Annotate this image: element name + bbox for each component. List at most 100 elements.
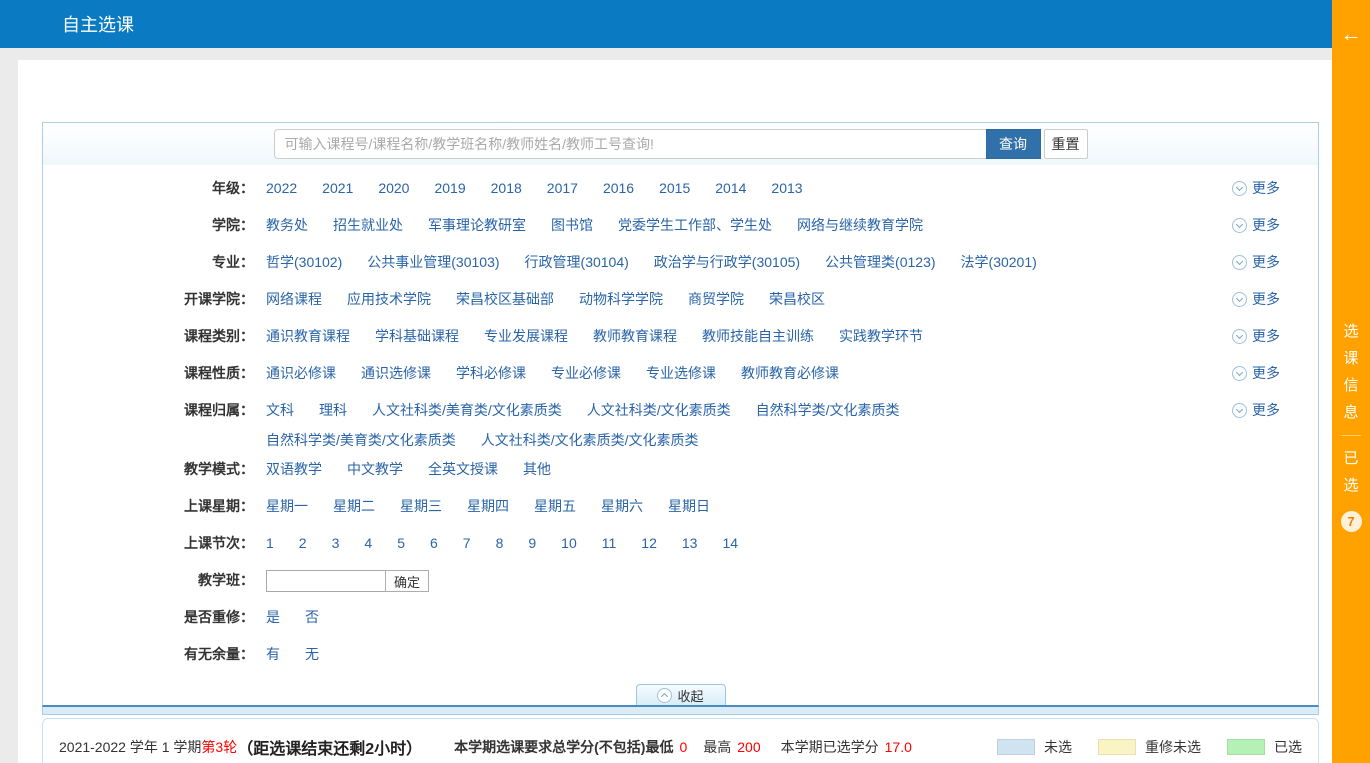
more-label: 更多 bbox=[1252, 363, 1280, 383]
filter-option[interactable]: 星期三 bbox=[400, 496, 442, 516]
filter-option[interactable]: 11 bbox=[602, 533, 617, 553]
filter-option[interactable]: 星期日 bbox=[668, 496, 710, 516]
filter-option[interactable]: 理科 bbox=[319, 400, 347, 420]
filter-option[interactable]: 2019 bbox=[434, 178, 465, 198]
confirm-button[interactable]: 确定 bbox=[385, 570, 429, 592]
filter-option[interactable]: 8 bbox=[496, 533, 504, 553]
filter-option[interactable]: 其他 bbox=[523, 459, 551, 479]
filter-option[interactable]: 政治学与行政学(30105) bbox=[654, 252, 800, 272]
filter-option[interactable]: 行政管理(30104) bbox=[525, 252, 629, 272]
filter-option[interactable]: 星期四 bbox=[467, 496, 509, 516]
query-button[interactable]: 查询 bbox=[986, 129, 1041, 159]
legend-label: 重修未选 bbox=[1145, 737, 1201, 757]
filter-option[interactable]: 双语教学 bbox=[266, 459, 322, 479]
filter-option[interactable]: 14 bbox=[722, 533, 738, 553]
filter-option[interactable]: 学科基础课程 bbox=[375, 326, 459, 346]
filter-option[interactable]: 2014 bbox=[715, 178, 746, 198]
filter-option[interactable]: 中文教学 bbox=[347, 459, 403, 479]
filter-option[interactable]: 4 bbox=[364, 533, 372, 553]
filter-row-college: 学院：教务处 招生就业处 军事理论教研室 图书馆 党委学生工作部、学生处 网络与继续教育学… bbox=[43, 206, 1318, 243]
search-input[interactable] bbox=[274, 129, 986, 159]
filter-option[interactable]: 3 bbox=[332, 533, 340, 553]
filter-option[interactable]: 7 bbox=[463, 533, 471, 553]
teaching-class-input[interactable] bbox=[266, 570, 386, 592]
filter-option[interactable]: 6 bbox=[430, 533, 438, 553]
tab-selected-courses[interactable]: 已选 bbox=[1343, 445, 1358, 499]
filter-option[interactable]: 公共管理类(0123) bbox=[825, 252, 935, 272]
filter-option[interactable]: 2022 bbox=[266, 178, 297, 198]
reset-button[interactable]: 重置 bbox=[1044, 129, 1088, 159]
filter-option[interactable]: 专业必修课 bbox=[551, 363, 621, 383]
filter-option[interactable]: 星期一 bbox=[266, 496, 308, 516]
filter-option[interactable]: 无 bbox=[305, 644, 319, 664]
filter-option[interactable]: 星期六 bbox=[601, 496, 643, 516]
filter-option[interactable]: 2020 bbox=[378, 178, 409, 198]
filter-option[interactable]: 人文社科类/文化素质类/文化素质类 bbox=[481, 430, 699, 450]
filter-option[interactable]: 荣昌校区 bbox=[769, 289, 825, 309]
filter-option[interactable]: 星期五 bbox=[534, 496, 576, 516]
filter-option[interactable]: 人文社科类/美育类/文化素质类 bbox=[372, 400, 562, 420]
filter-option[interactable]: 9 bbox=[528, 533, 536, 553]
filter-option[interactable]: 专业发展课程 bbox=[484, 326, 568, 346]
filter-option[interactable]: 哲学(30102) bbox=[266, 252, 342, 272]
filter-option[interactable]: 法学(30201) bbox=[961, 252, 1037, 272]
filter-option[interactable]: 公共事业管理(30103) bbox=[367, 252, 499, 272]
filter-option[interactable]: 军事理论教研室 bbox=[428, 215, 526, 235]
filter-option[interactable]: 通识必修课 bbox=[266, 363, 336, 383]
more-link[interactable]: 更多 bbox=[1232, 391, 1318, 420]
filter-option[interactable]: 教务处 bbox=[266, 215, 308, 235]
filter-option[interactable]: 通识选修课 bbox=[361, 363, 431, 383]
filter-option[interactable]: 教师技能自主训练 bbox=[702, 326, 814, 346]
chevron-down-icon bbox=[1232, 181, 1247, 196]
filter-option[interactable]: 党委学生工作部、学生处 bbox=[618, 215, 772, 235]
filter-option[interactable]: 文科 bbox=[266, 400, 294, 420]
more-link[interactable]: 更多 bbox=[1232, 280, 1318, 309]
filter-option[interactable]: 图书馆 bbox=[551, 215, 593, 235]
filter-option[interactable]: 专业选修课 bbox=[646, 363, 716, 383]
filter-option[interactable]: 2015 bbox=[659, 178, 690, 198]
filter-option[interactable]: 人文社科类/文化素质类 bbox=[587, 400, 731, 420]
filter-option[interactable]: 学科必修课 bbox=[456, 363, 526, 383]
semester-round-info: 2021-2022 学年 1 学期第3轮（距选课结束还剩2小时） bbox=[59, 735, 422, 759]
filter-option[interactable]: 自然科学类/美育类/文化素质类 bbox=[266, 430, 456, 450]
tab-course-selection-info[interactable]: 选课信息 bbox=[1343, 318, 1358, 426]
more-link[interactable]: 更多 bbox=[1232, 169, 1318, 198]
filter-option[interactable]: 2021 bbox=[322, 178, 353, 198]
filter-option[interactable]: 自然科学类/文化素质类 bbox=[756, 400, 900, 420]
more-link[interactable]: 更多 bbox=[1232, 354, 1318, 383]
filter-option[interactable]: 荣昌校区基础部 bbox=[456, 289, 554, 309]
filter-option[interactable]: 招生就业处 bbox=[333, 215, 403, 235]
filter-option[interactable]: 网络与继续教育学院 bbox=[797, 215, 923, 235]
filter-option[interactable]: 网络课程 bbox=[266, 289, 322, 309]
filter-option[interactable]: 星期二 bbox=[333, 496, 375, 516]
filter-option[interactable]: 是 bbox=[266, 607, 280, 627]
filter-option[interactable]: 否 bbox=[305, 607, 319, 627]
filter-option[interactable]: 通识教育课程 bbox=[266, 326, 350, 346]
filter-row-teaching-mode: 教学模式：双语教学中文教学全英文授课其他 bbox=[43, 450, 1318, 487]
collapse-button[interactable]: 收起 bbox=[636, 684, 726, 705]
more-link[interactable]: 更多 bbox=[1232, 206, 1318, 235]
filter-option[interactable]: 2016 bbox=[603, 178, 634, 198]
filter-option[interactable]: 2017 bbox=[547, 178, 578, 198]
filter-option[interactable]: 有 bbox=[266, 644, 280, 664]
more-link[interactable]: 更多 bbox=[1232, 243, 1318, 272]
filter-option[interactable]: 应用技术学院 bbox=[347, 289, 431, 309]
filter-option[interactable]: 2 bbox=[299, 533, 307, 553]
collapse-left-arrow-icon[interactable]: ← bbox=[1332, 24, 1370, 45]
filter-option[interactable]: 13 bbox=[682, 533, 698, 553]
filter-option[interactable]: 全英文授课 bbox=[428, 459, 498, 479]
filter-option[interactable]: 12 bbox=[641, 533, 657, 553]
filter-option[interactable]: 2018 bbox=[491, 178, 522, 198]
filter-option[interactable]: 商贸学院 bbox=[688, 289, 744, 309]
filter-option[interactable]: 教师教育课程 bbox=[593, 326, 677, 346]
filter-option[interactable]: 教师教育必修课 bbox=[741, 363, 839, 383]
filter-option[interactable]: 实践教学环节 bbox=[839, 326, 923, 346]
filter-option[interactable]: 2013 bbox=[771, 178, 802, 198]
filter-option[interactable]: 10 bbox=[561, 533, 577, 553]
filter-option[interactable]: 1 bbox=[266, 533, 274, 553]
filter-label: 上课星期： bbox=[43, 487, 266, 516]
filter-option[interactable]: 5 bbox=[397, 533, 405, 553]
more-link[interactable]: 更多 bbox=[1232, 317, 1318, 346]
filter-option[interactable]: 动物科学学院 bbox=[579, 289, 663, 309]
filter-label: 学院： bbox=[43, 206, 266, 235]
